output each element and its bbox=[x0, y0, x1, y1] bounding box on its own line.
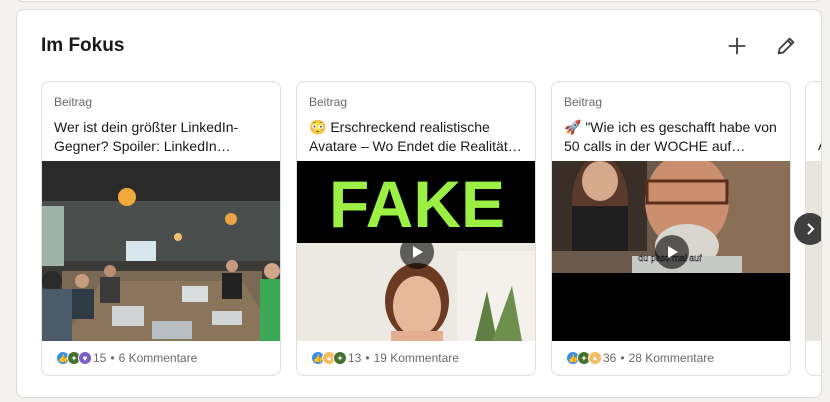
insightful-icon: ● bbox=[588, 351, 602, 365]
comments-count[interactable]: 6 Kommentare bbox=[119, 351, 198, 365]
carousel-next-button[interactable] bbox=[794, 213, 821, 245]
plus-icon bbox=[728, 37, 746, 55]
post-text[interactable]: Wer ist dein größter LinkedIn-Gegner? Sp… bbox=[54, 118, 272, 156]
play-icon bbox=[413, 246, 423, 258]
post-text[interactable]: 😳 Erschreckend realistische Avatare – Wo… bbox=[309, 118, 527, 156]
play-button[interactable] bbox=[400, 235, 434, 269]
post-card[interactable]: Beitrag 🚀 "Wie ich es geschafft habe von… bbox=[551, 81, 791, 376]
reactions-icons: 👍 ✦ ♥ bbox=[56, 351, 92, 365]
reactions-icons: 👍 ✦ ● bbox=[566, 351, 602, 365]
post-social-counts[interactable]: 👍 ● ✦ 13 • 19 Kommentare bbox=[311, 351, 459, 365]
separator: • bbox=[365, 351, 370, 365]
fake-overlay-text: FAKE bbox=[329, 167, 505, 241]
reactions-icons: 👍 ● ✦ bbox=[311, 351, 347, 365]
post-card[interactable]: Beitrag Wer ist dein größter LinkedIn-Ge… bbox=[41, 81, 281, 376]
post-video-thumbnail[interactable]: FAKE bbox=[297, 161, 535, 341]
play-button[interactable] bbox=[655, 235, 689, 269]
partial-post-image bbox=[806, 161, 821, 341]
post-image[interactable] bbox=[42, 161, 280, 341]
reactions-count: 13 bbox=[348, 351, 362, 365]
post-type-label: Beitrag bbox=[564, 95, 603, 109]
support-icon: ♥ bbox=[78, 351, 92, 365]
previous-section-edge bbox=[16, 0, 822, 2]
reactions-count: 36 bbox=[603, 351, 617, 365]
comments-count[interactable]: 19 Kommentare bbox=[374, 351, 459, 365]
post-social-counts[interactable]: 👍 ✦ ♥ 15 • 6 Kommentare bbox=[56, 351, 197, 365]
post-type-label: Beitrag bbox=[309, 95, 348, 109]
separator: • bbox=[620, 351, 625, 365]
post-text[interactable]: 🚀 "Wie ich es geschafft habe von 50 call… bbox=[564, 118, 782, 156]
celebrate-icon: ✦ bbox=[333, 351, 347, 365]
partial-post-text-b: A bbox=[818, 137, 821, 153]
play-icon bbox=[668, 246, 678, 258]
im-fokus-panel: Im Fokus Beitrag Wer ist dein größter Li… bbox=[16, 9, 822, 398]
chevron-right-icon bbox=[807, 223, 815, 235]
reactions-count: 15 bbox=[93, 351, 107, 365]
post-video-thumbnail[interactable]: du pass mal auf bbox=[552, 161, 790, 341]
section-title: Im Fokus bbox=[41, 35, 125, 56]
pencil-icon bbox=[777, 37, 795, 55]
post-type-label: Beitrag bbox=[54, 95, 93, 109]
comments-count[interactable]: 28 Kommentare bbox=[629, 351, 714, 365]
post-social-counts[interactable]: 👍 ✦ ● 36 • 28 Kommentare bbox=[566, 351, 714, 365]
add-button[interactable] bbox=[723, 32, 751, 60]
separator: • bbox=[110, 351, 115, 365]
post-card[interactable]: Beitrag 😳 Erschreckend realistische Avat… bbox=[296, 81, 536, 376]
edit-button[interactable] bbox=[772, 32, 800, 60]
